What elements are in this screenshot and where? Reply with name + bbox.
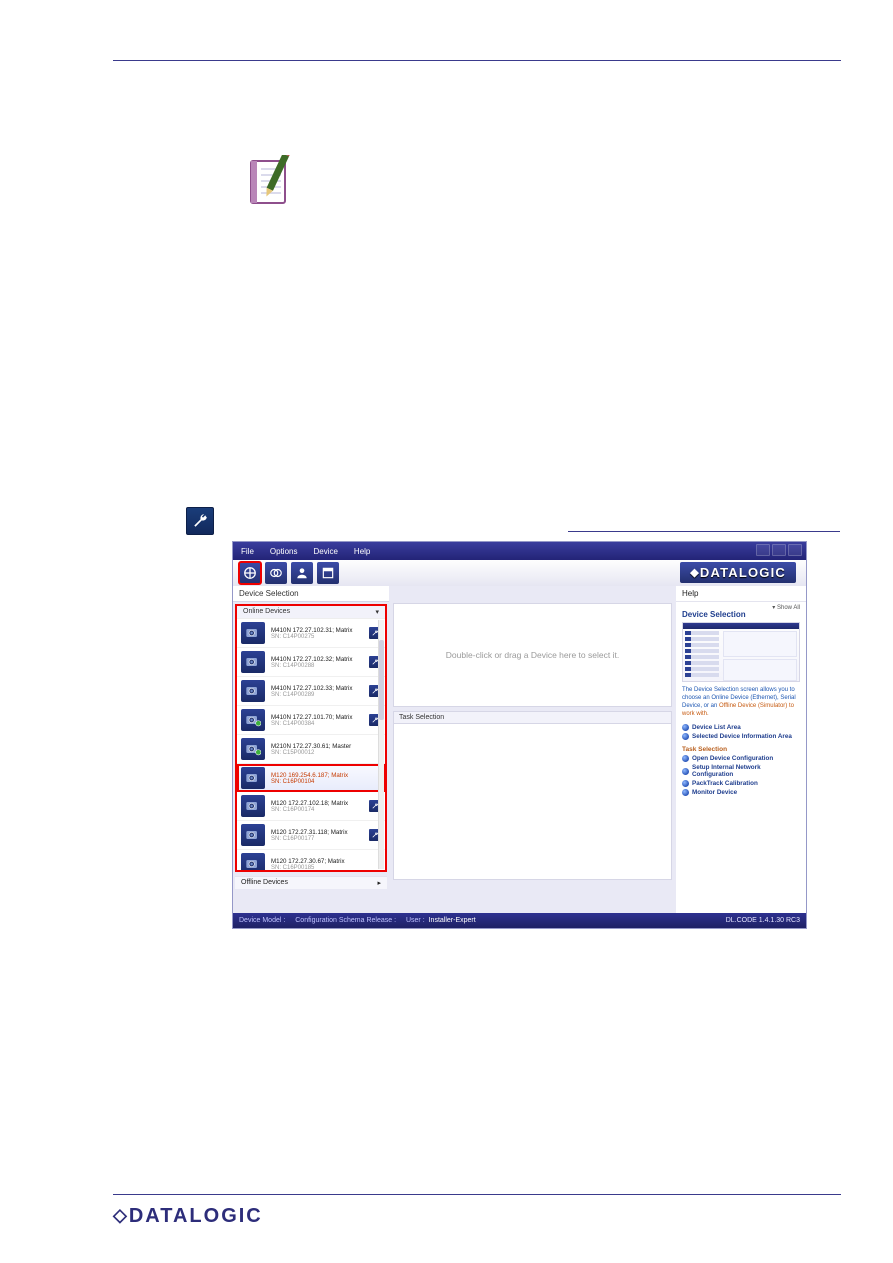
device-item[interactable]: M120 172.27.30.67; MatrixSN: C16P00185 [237, 850, 385, 872]
chevron-down-icon: ▾ [375, 608, 379, 616]
help-link[interactable]: Open Device Configuration [682, 755, 800, 762]
camera-icon [241, 795, 265, 817]
toolbar-connect[interactable] [265, 562, 287, 584]
device-item[interactable]: M120 172.27.31.118; MatrixSN: C16P00177 [237, 821, 385, 850]
help-body: ▾ Show All Device Selection The Device S… [676, 602, 806, 913]
help-link[interactable]: Monitor Device [682, 789, 800, 796]
middle-column: x Double-click or drag a Device here to … [389, 586, 676, 913]
device-text: M410N 172.27.102.32; MatrixSN: C14P00288 [271, 656, 363, 669]
scrollbar[interactable] [378, 620, 384, 869]
task-selection-body [393, 724, 672, 880]
device-text: M120 169.254.6.187; MatrixSN: C16P00104 [271, 772, 381, 785]
page-bottom-rule [113, 1194, 841, 1195]
device-text: M120 172.27.31.118; MatrixSN: C16P00177 [271, 829, 363, 842]
camera-icon [241, 767, 265, 789]
help-link[interactable]: Selected Device Information Area [682, 733, 800, 740]
menu-device[interactable]: Device [313, 547, 337, 556]
right-column: Help ▾ Show All Device Selection The Dev… [676, 586, 806, 913]
menu-help[interactable]: Help [354, 547, 370, 556]
toolbar-layout[interactable] [317, 562, 339, 584]
hr-right [568, 531, 840, 532]
camera-icon [241, 709, 265, 731]
task-selection-section: Task Selection [393, 711, 672, 880]
window-minimize[interactable] [756, 544, 770, 556]
left-column: Device Selection Online Devices▾ M410N 1… [233, 586, 389, 913]
camera-icon [241, 651, 265, 673]
help-link[interactable]: Device List Area [682, 724, 800, 731]
camera-icon [241, 824, 265, 846]
device-item[interactable]: M120 172.27.102.18; MatrixSN: C16P00174 [237, 792, 385, 821]
toolbar: ◆DATALOGIC [233, 560, 806, 586]
device-selection-heading: Device Selection [233, 586, 389, 602]
device-text: M120 172.27.102.18; MatrixSN: C16P00174 [271, 800, 363, 813]
menu-options[interactable]: Options [270, 547, 298, 556]
help-link[interactable]: Setup Internal Network Configuration [682, 764, 800, 778]
device-text: M120 172.27.30.67; MatrixSN: C16P00185 [271, 858, 381, 871]
note-icon [245, 155, 295, 210]
task-selection-header: Task Selection [393, 711, 672, 724]
page-top-rule [113, 60, 841, 61]
device-text: M410N 172.27.102.33; MatrixSN: C14P00289 [271, 685, 363, 698]
show-all-link[interactable]: ▾ Show All [772, 604, 800, 611]
online-devices-header[interactable]: Online Devices▾ [237, 606, 385, 619]
device-item[interactable]: M410N 172.27.101.70; MatrixSN: C14P00384 [237, 706, 385, 735]
device-item[interactable]: M410N 172.27.102.33; MatrixSN: C14P00289 [237, 677, 385, 706]
statusbar-version: DL.CODE 1.4.1.30 RC3 [726, 917, 800, 924]
scrollbar-thumb[interactable] [379, 640, 384, 720]
help-thumbnail [682, 622, 800, 682]
menu-file[interactable]: File [241, 547, 254, 556]
window-controls [756, 544, 802, 556]
window-maximize[interactable] [772, 544, 786, 556]
camera-icon [241, 622, 265, 644]
device-text: M210N 172.27.30.61; MasterSN: C15P00012 [271, 743, 381, 756]
help-title: Device Selection [682, 610, 800, 619]
device-dropzone[interactable]: Double-click or drag a Device here to se… [393, 603, 672, 707]
offline-devices-header[interactable]: Offline Devices▸ [235, 876, 387, 889]
help-subheading: Task Selection [682, 746, 800, 753]
app-window: File Options Device Help ◆DATALOGIC Devi… [232, 541, 807, 929]
menubar: File Options Device Help [233, 542, 806, 560]
device-item[interactable]: M410N 172.27.102.32; MatrixSN: C14P00288 [237, 648, 385, 677]
help-description: The Device Selection screen allows you t… [682, 686, 800, 718]
window-close[interactable] [788, 544, 802, 556]
statusbar-left: Device Model : Configuration Schema Rele… [239, 917, 478, 924]
toolbar-user[interactable] [291, 562, 313, 584]
statusbar: Device Model : Configuration Schema Rele… [233, 913, 806, 928]
camera-icon [241, 853, 265, 872]
help-header: Help [676, 586, 806, 602]
device-list[interactable]: M410N 172.27.102.31; MatrixSN: C14P00275… [237, 619, 385, 872]
footer-brand: ◇DATALOGIC [113, 1205, 263, 1228]
camera-icon [241, 680, 265, 702]
device-item[interactable]: M210N 172.27.30.61; MasterSN: C15P00012 [237, 735, 385, 764]
toolbar-getting-started[interactable] [239, 562, 261, 584]
device-item[interactable]: M120 169.254.6.187; MatrixSN: C16P00104 [237, 764, 385, 792]
device-item[interactable]: M410N 172.27.102.31; MatrixSN: C14P00275 [237, 619, 385, 648]
toolbar-brand: ◆DATALOGIC [680, 562, 796, 583]
device-text: M410N 172.27.101.70; MatrixSN: C14P00384 [271, 714, 363, 727]
online-devices-pane: Online Devices▾ M410N 172.27.102.31; Mat… [235, 604, 387, 872]
camera-icon [241, 738, 265, 760]
chevron-right-icon: ▸ [377, 879, 381, 887]
help-link[interactable]: PackTrack Calibration [682, 780, 800, 787]
wrench-step-button [186, 507, 214, 535]
app-body: Device Selection Online Devices▾ M410N 1… [233, 586, 806, 913]
device-text: M410N 172.27.102.31; MatrixSN: C14P00275 [271, 627, 363, 640]
